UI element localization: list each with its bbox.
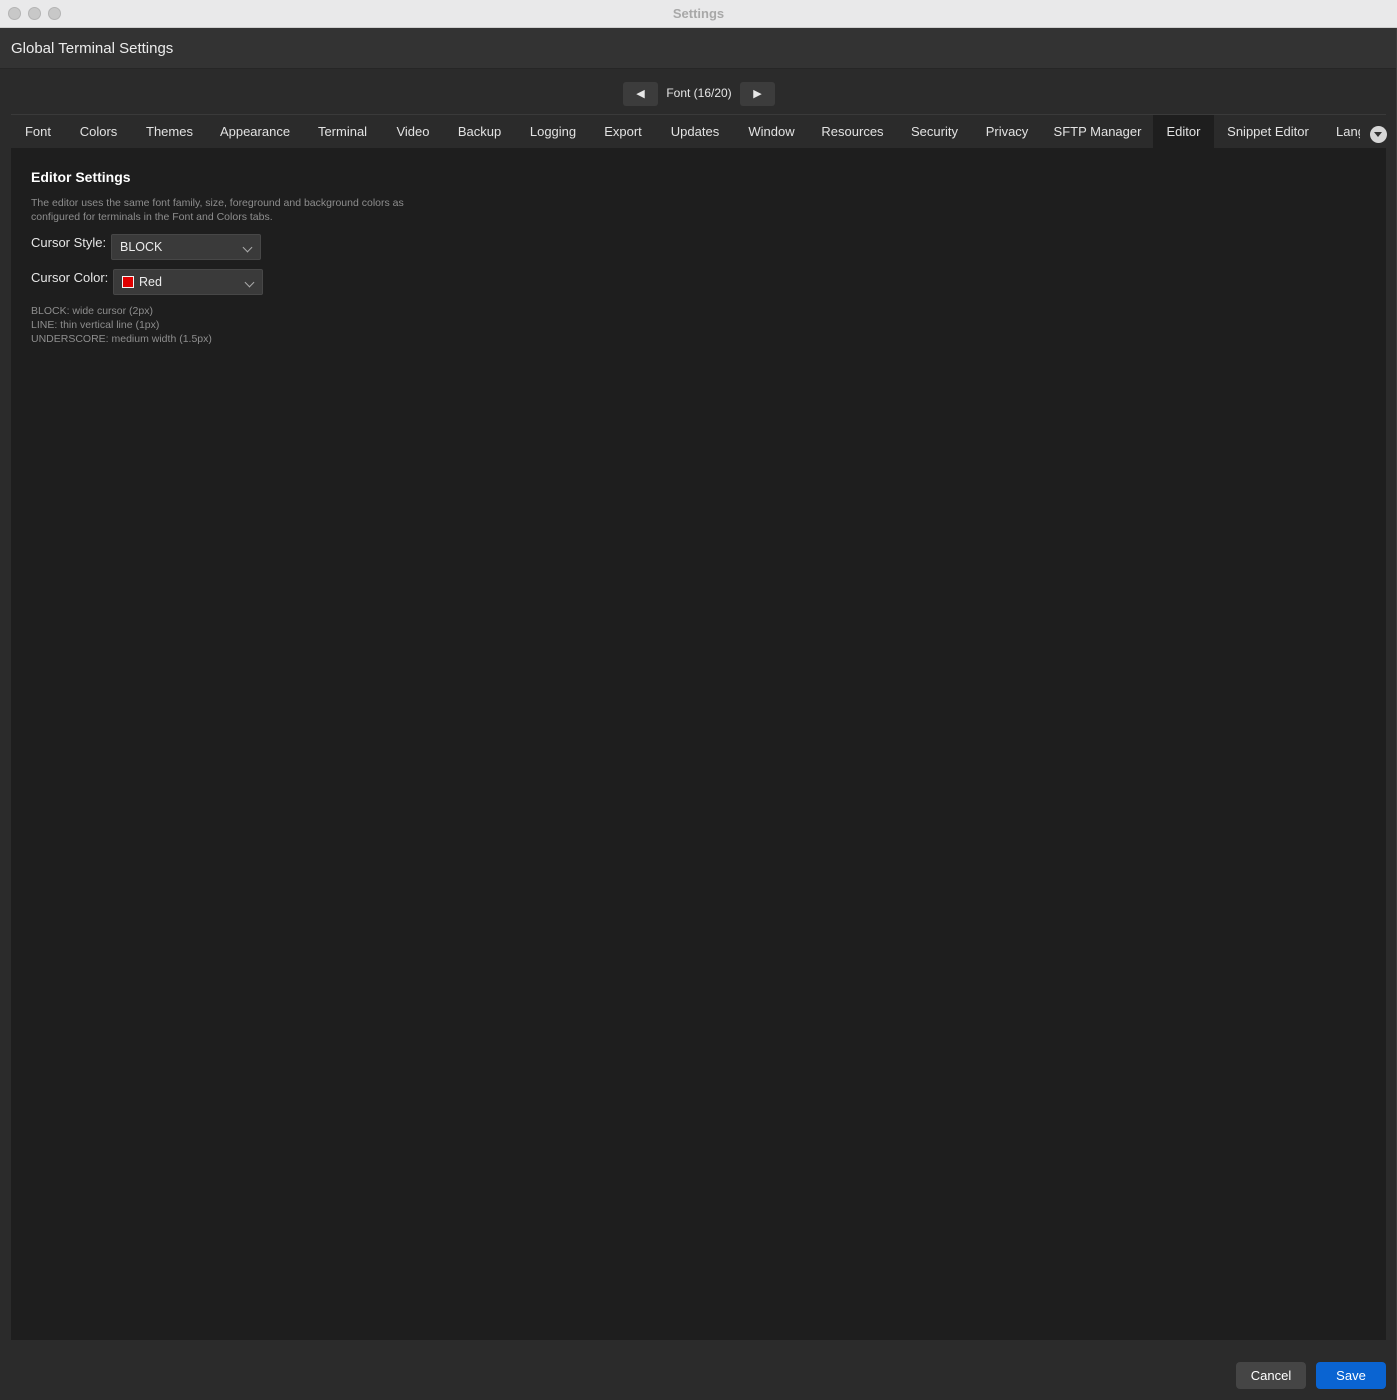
window-title: Settings xyxy=(672,6,725,21)
tab-snippet-editor[interactable]: Snippet Editor xyxy=(1214,115,1322,148)
cursor-style-select[interactable]: BLOCK xyxy=(111,234,261,260)
color-swatch xyxy=(122,276,134,288)
editor-description: The editor uses the same font family, si… xyxy=(31,197,404,223)
tab-navigator: ◀ Font (16/20) ▶ xyxy=(0,69,1397,114)
tab-privacy[interactable]: Privacy xyxy=(972,115,1042,148)
tab-export[interactable]: Export xyxy=(591,115,655,148)
tab-font[interactable]: Font xyxy=(11,115,65,148)
page-title: Global Terminal Settings xyxy=(11,40,174,57)
tab-language[interactable]: Lang xyxy=(1336,115,1360,148)
cursor-color-select[interactable]: Red xyxy=(113,269,263,295)
next-tab-button[interactable]: ▶ xyxy=(740,82,775,106)
tab-terminal[interactable]: Terminal xyxy=(303,115,382,148)
dialog-footer: Cancel Save xyxy=(0,1340,1397,1400)
chevron-down-circle-icon[interactable] xyxy=(1370,126,1387,143)
tab-appearance[interactable]: Appearance xyxy=(207,115,303,148)
chevron-down-icon xyxy=(242,242,253,253)
tab-security[interactable]: Security xyxy=(897,115,972,148)
cursor-color-value: Red xyxy=(139,275,162,289)
cursor-style-hints: BLOCK: wide cursor (2px) LINE: thin vert… xyxy=(31,304,212,346)
section-title: Editor Settings xyxy=(31,169,131,185)
tab-colors[interactable]: Colors xyxy=(65,115,132,148)
tab-window[interactable]: Window xyxy=(735,115,808,148)
hint-block: BLOCK: wide cursor (2px) xyxy=(31,305,153,317)
settings-tab-bar: Font Colors Themes Appearance Terminal V… xyxy=(11,114,1386,148)
tab-editor[interactable]: Editor xyxy=(1153,115,1214,148)
cursor-style-value: BLOCK xyxy=(120,240,163,254)
tab-themes[interactable]: Themes xyxy=(132,115,207,148)
title-bar: Settings xyxy=(0,0,1397,28)
chevron-down-icon xyxy=(244,277,255,288)
settings-header: Global Terminal Settings xyxy=(0,28,1397,69)
cancel-button[interactable]: Cancel xyxy=(1236,1362,1306,1389)
previous-tab-button[interactable]: ◀ xyxy=(623,82,658,106)
tab-position-label: Font (16/20) xyxy=(666,86,732,100)
editor-settings-panel: Editor Settings The editor uses the same… xyxy=(11,148,1386,1340)
hint-underscore: UNDERSCORE: medium width (1.5px) xyxy=(31,333,212,345)
tab-updates[interactable]: Updates xyxy=(655,115,735,148)
cursor-color-label: Cursor Color: xyxy=(31,270,109,285)
tab-sftp-manager[interactable]: SFTP Manager xyxy=(1042,115,1153,148)
tab-video[interactable]: Video xyxy=(382,115,444,148)
hint-line: LINE: thin vertical line (1px) xyxy=(31,319,160,331)
tab-logging[interactable]: Logging xyxy=(515,115,591,148)
tab-resources[interactable]: Resources xyxy=(808,115,897,148)
cursor-style-label: Cursor Style: xyxy=(31,235,107,250)
save-button[interactable]: Save xyxy=(1316,1362,1386,1389)
tab-backup[interactable]: Backup xyxy=(444,115,515,148)
